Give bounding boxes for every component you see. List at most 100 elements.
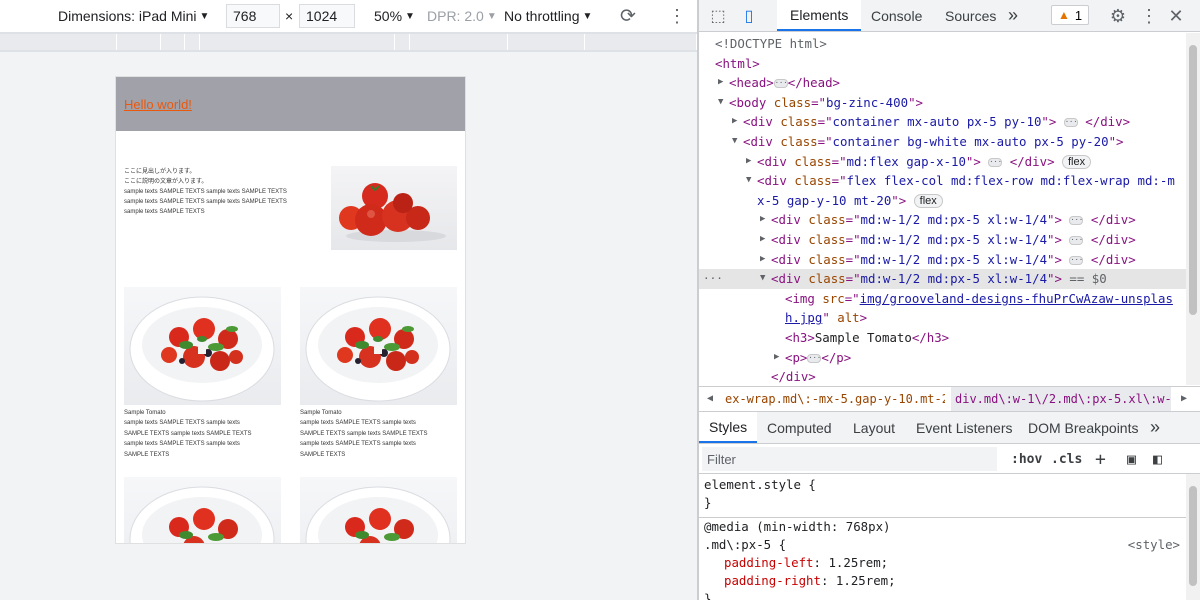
zoom-dropdown[interactable]: 50% ▼ <box>374 0 415 32</box>
dom-node-img-wrap[interactable]: h.jpg" alt> <box>699 308 1186 328</box>
card-description-line: sample texts SAMPLE TEXTS sample texts <box>300 420 416 426</box>
ellipsis-icon[interactable]: ··· <box>773 79 788 89</box>
ellipsis-icon[interactable]: ··· <box>807 353 822 363</box>
caret-down-icon: ▼ <box>582 10 593 22</box>
collapse-triangle-icon[interactable]: ▼ <box>746 171 751 191</box>
warnings-badge[interactable]: ▲ 1 <box>1051 5 1090 25</box>
expand-triangle-icon[interactable]: ▶ <box>774 348 779 368</box>
img-src-link[interactable]: h.jpg <box>785 310 822 325</box>
rotate-icon[interactable]: ⟳ <box>620 0 636 32</box>
img-src-link[interactable]: img/grooveland-designs-fhuPrCwAzaw-unspl… <box>860 291 1173 306</box>
dom-node-p[interactable]: ▶ <p>···</p> <box>699 348 1186 368</box>
dom-node-html[interactable]: <html> <box>699 54 1186 74</box>
hov-button[interactable]: :hov <box>1011 444 1042 474</box>
ruler-segment[interactable] <box>200 34 395 50</box>
dom-scrollbar[interactable] <box>1186 33 1200 385</box>
breadcrumb-item[interactable]: ex-wrap.md\:-mx-5.gap-y-10.mt-20 <box>725 387 945 411</box>
cls-button[interactable]: .cls <box>1051 444 1082 474</box>
collapse-triangle-icon[interactable]: ▼ <box>732 132 737 152</box>
element-style-selector[interactable]: element.style { <box>704 476 816 494</box>
ellipsis-icon[interactable]: ··· <box>1069 236 1084 245</box>
flex-badge[interactable]: flex <box>913 194 943 209</box>
dom-node-head[interactable]: ▶ <head>···</head> <box>699 73 1186 93</box>
more-tabs-icon[interactable]: » <box>1008 0 1018 31</box>
breadcrumb-right-arrow-icon[interactable]: ▶ <box>1181 387 1187 411</box>
tab-sources[interactable]: Sources <box>945 0 996 31</box>
dom-node-div-container-1[interactable]: ▶ <div class="container mx-auto px-5 py-… <box>699 112 1186 132</box>
css-property[interactable]: padding-left: 1.25rem; <box>724 554 888 572</box>
tab-layout[interactable]: Layout <box>853 412 895 443</box>
media-query-ruler[interactable] <box>0 32 697 52</box>
close-icon[interactable]: ✕ <box>1165 0 1187 32</box>
dom-node-child-div[interactable]: ▶ <div class="md:w-1/2 md:px-5 xl:w-1/4"… <box>699 230 1186 250</box>
rule-selector[interactable]: .md\:px-5 { <style> <box>704 536 1184 554</box>
breadcrumb-left-arrow-icon[interactable]: ◀ <box>707 387 713 411</box>
tab-elements[interactable]: Elements <box>777 0 862 31</box>
customize-menu-icon[interactable]: ⋮ <box>1139 0 1159 32</box>
new-rule-plus-icon[interactable]: + <box>1095 444 1106 474</box>
dom-node-doctype[interactable]: <!DOCTYPE html> <box>699 34 1186 54</box>
dom-node-img[interactable]: <img src="img/grooveland-designs-fhuPrCw… <box>699 289 1186 309</box>
style-source-link[interactable]: <style> <box>1128 536 1180 554</box>
breadcrumb-item-selected[interactable]: div.md\:w-1\/2.md\:px-5.xl\:w-1\/4 <box>951 387 1171 411</box>
ruler-segment[interactable] <box>585 34 697 50</box>
dom-node-div-flex-col-wrap[interactable]: x-5 gap-y-10 mt-20"> flex <box>699 191 1186 211</box>
tab-event-listeners[interactable]: Event Listeners <box>916 412 1013 443</box>
ellipsis-icon[interactable]: ··· <box>1069 255 1084 265</box>
height-input[interactable]: 1024 <box>299 4 355 28</box>
dom-node-div-flex-col[interactable]: ▼ <div class="flex flex-col md:flex-row … <box>699 171 1186 191</box>
more-options-icon[interactable]: ⋮ <box>668 0 686 32</box>
emulated-viewport[interactable]: Hello world! ここに見出しが入ります。 ここに説明の文章が入ります。… <box>115 76 466 544</box>
css-rules-pane[interactable]: element.style { } @media (min-width: 768… <box>699 474 1186 600</box>
css-property[interactable]: padding-right: 1.25rem; <box>724 572 896 590</box>
dom-node-div-close[interactable]: </div> <box>699 367 1186 385</box>
dimensions-dropdown[interactable]: Dimensions: iPad Mini ▼ <box>58 0 209 32</box>
ruler-segment[interactable] <box>395 34 410 50</box>
ruler-segment[interactable] <box>185 34 200 50</box>
ellipsis-icon[interactable]: ··· <box>988 157 1003 167</box>
toggle-sidebar-icon[interactable]: ◧ <box>1153 444 1162 474</box>
expand-triangle-icon[interactable]: ▶ <box>760 230 765 250</box>
throttling-dropdown[interactable]: No throttling ▼ <box>504 0 592 32</box>
ruler-segment[interactable] <box>161 34 185 50</box>
more-tabs-icon[interactable]: » <box>1150 412 1160 443</box>
dom-node-child-div[interactable]: ▶ <div class="md:w-1/2 md:px-5 xl:w-1/4"… <box>699 250 1186 270</box>
ruler-segment[interactable] <box>410 34 508 50</box>
ruler-segment[interactable] <box>117 34 161 50</box>
expand-triangle-icon[interactable]: ▶ <box>760 210 765 230</box>
ruler-segment[interactable] <box>508 34 585 50</box>
expand-triangle-icon[interactable]: ▶ <box>718 73 723 93</box>
device-toolbar-icon[interactable]: ▯ <box>737 0 761 32</box>
dom-node-div-flex[interactable]: ▶ <div class="md:flex gap-x-10"> ··· </d… <box>699 152 1186 172</box>
expand-triangle-icon[interactable]: ▶ <box>760 250 765 270</box>
expand-triangle-icon[interactable]: ▶ <box>732 112 737 132</box>
tab-computed[interactable]: Computed <box>767 412 832 443</box>
width-input[interactable]: 768 <box>226 4 280 28</box>
paint-bucket-icon[interactable]: ▣ <box>1127 444 1136 474</box>
dom-node-selected-div[interactable]: ··· ▼ <div class="md:w-1/2 md:px-5 xl:w-… <box>699 269 1186 289</box>
dom-node-body[interactable]: ▼ <body class="bg-zinc-400"> <box>699 93 1186 113</box>
expand-triangle-icon[interactable]: ▶ <box>746 152 751 172</box>
dom-node-div-container-2[interactable]: ▼ <div class="container bg-white mx-auto… <box>699 132 1186 152</box>
tab-dom-breakpoints[interactable]: DOM Breakpoints <box>1028 412 1138 443</box>
settings-gear-icon[interactable]: ⚙ <box>1107 0 1129 32</box>
tab-styles[interactable]: Styles <box>699 412 758 443</box>
dom-tree[interactable]: <!DOCTYPE html> <html> ▶ <head>···</head… <box>699 33 1186 385</box>
ellipsis-icon[interactable]: ··· <box>1063 118 1078 128</box>
hello-world-link[interactable]: Hello world! <box>124 97 192 112</box>
tab-console[interactable]: Console <box>871 0 922 31</box>
node-actions-icon[interactable]: ··· <box>703 269 723 289</box>
dpr-dropdown[interactable]: DPR: 2.0 ▼ <box>427 0 497 32</box>
dom-node-child-div[interactable]: ▶ <div class="md:w-1/2 md:px-5 xl:w-1/4"… <box>699 210 1186 230</box>
flex-badge[interactable]: flex <box>1062 155 1092 170</box>
styles-filter-input[interactable]: Filter <box>702 447 997 471</box>
dom-node-h3[interactable]: <h3>Sample Tomato</h3> <box>699 328 1186 348</box>
ruler-segment[interactable] <box>0 34 117 50</box>
styles-scrollbar[interactable] <box>1186 474 1200 600</box>
scrollbar-thumb[interactable] <box>1189 45 1197 315</box>
collapse-triangle-icon[interactable]: ▼ <box>760 269 765 289</box>
scrollbar-thumb[interactable] <box>1189 486 1197 586</box>
inspect-element-icon[interactable]: ⬚ <box>707 0 729 32</box>
collapse-triangle-icon[interactable]: ▼ <box>718 93 723 113</box>
ellipsis-icon[interactable]: ··· <box>1069 216 1084 226</box>
